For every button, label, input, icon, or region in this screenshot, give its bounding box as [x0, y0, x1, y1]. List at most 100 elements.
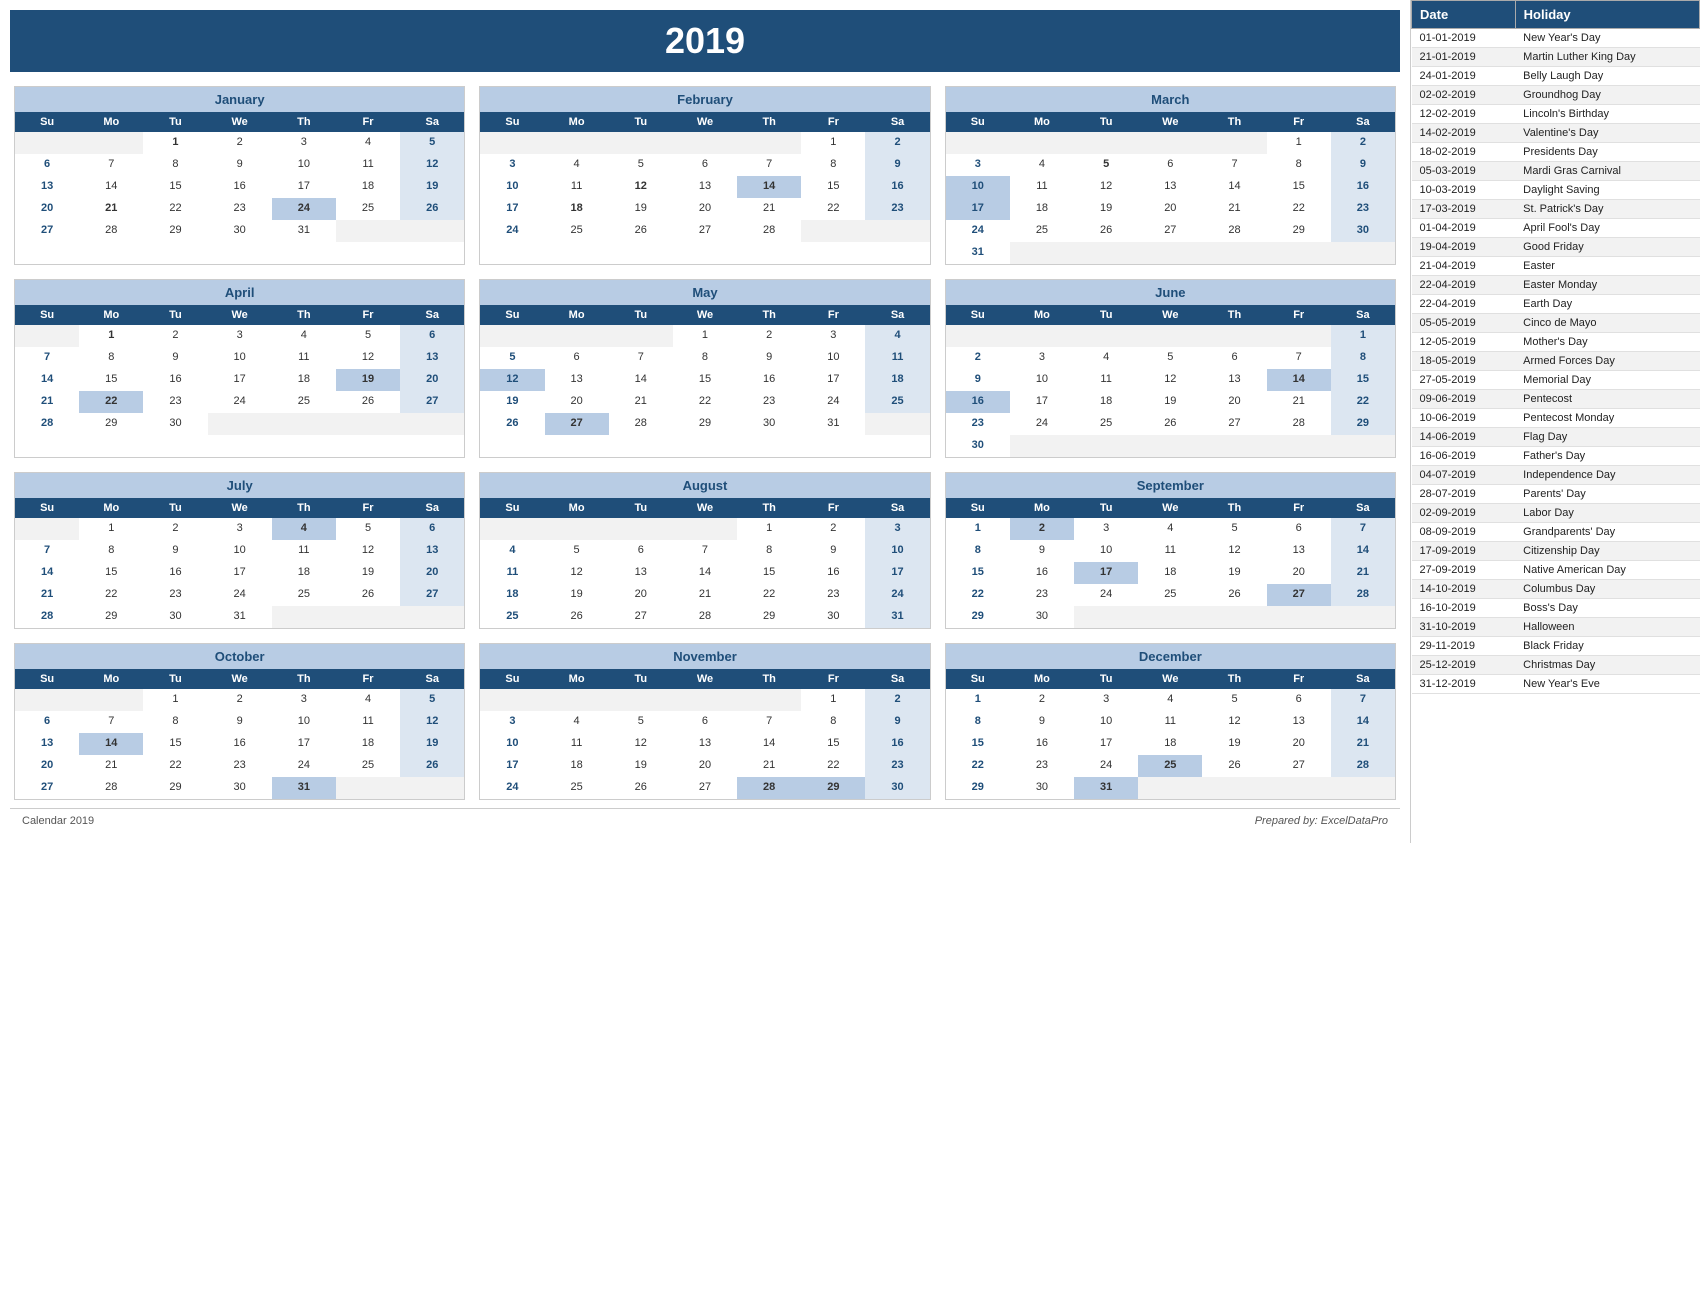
- day-cell: 17: [1074, 562, 1138, 584]
- months-grid: JanuarySuMoTuWeThFrSa1234567891011121314…: [10, 86, 1400, 800]
- day-cell: 25: [272, 584, 336, 606]
- day-cell: 26: [480, 413, 544, 435]
- day-cell: 27: [673, 220, 737, 242]
- day-cell: [1138, 242, 1202, 264]
- day-cell: 30: [1010, 606, 1074, 628]
- day-header-tu: Tu: [609, 498, 673, 518]
- day-cell: 3: [865, 518, 929, 540]
- holiday-name: Black Friday: [1515, 637, 1699, 656]
- day-header-fr: Fr: [1267, 112, 1331, 132]
- holiday-name: Flag Day: [1515, 428, 1699, 447]
- day-cell: 27: [400, 584, 464, 606]
- day-cell: [545, 518, 609, 540]
- day-cell: [480, 325, 544, 347]
- holiday-date: 10-03-2019: [1412, 181, 1516, 200]
- day-cell: 2: [208, 132, 272, 154]
- day-cell: 3: [1010, 347, 1074, 369]
- holiday-row: 31-12-2019New Year's Eve: [1412, 675, 1700, 694]
- footer-right: Prepared by: ExcelDataPro: [1255, 815, 1388, 827]
- holiday-date: 27-05-2019: [1412, 371, 1516, 390]
- day-cell: 24: [272, 198, 336, 220]
- day-cell: 12: [1138, 369, 1202, 391]
- day-header-th: Th: [272, 305, 336, 325]
- day-cell: 26: [336, 584, 400, 606]
- day-cell: 21: [673, 584, 737, 606]
- day-header-sa: Sa: [1331, 498, 1395, 518]
- day-cell: 21: [609, 391, 673, 413]
- month-title-january: January: [15, 87, 464, 112]
- day-cell: 2: [865, 132, 929, 154]
- month-block-october: OctoberSuMoTuWeThFrSa1234567891011121314…: [14, 643, 465, 800]
- day-cell: 14: [1331, 540, 1395, 562]
- day-cell: 3: [801, 325, 865, 347]
- day-cell: 15: [737, 562, 801, 584]
- holiday-row: 25-12-2019Christmas Day: [1412, 656, 1700, 675]
- day-cell: 24: [865, 584, 929, 606]
- holiday-date: 22-04-2019: [1412, 295, 1516, 314]
- day-cell: 4: [480, 540, 544, 562]
- day-header-sa: Sa: [400, 305, 464, 325]
- holiday-name: Pentecost: [1515, 390, 1699, 409]
- day-cell: 8: [946, 711, 1010, 733]
- month-title-august: August: [480, 473, 929, 498]
- day-cell: 23: [208, 198, 272, 220]
- day-cell: 9: [143, 347, 207, 369]
- month-block-june: JuneSuMoTuWeThFrSa1234567891011121314151…: [945, 279, 1396, 458]
- day-cell: 5: [1074, 154, 1138, 176]
- day-cell: 5: [1138, 347, 1202, 369]
- day-cell: [336, 413, 400, 435]
- day-cell: 16: [143, 562, 207, 584]
- day-cell: 4: [1074, 347, 1138, 369]
- holiday-row: 21-01-2019Martin Luther King Day: [1412, 48, 1700, 67]
- day-cell: 1: [143, 689, 207, 711]
- day-cell: 9: [208, 711, 272, 733]
- holiday-name: Daylight Saving: [1515, 181, 1699, 200]
- day-cell: 9: [1010, 540, 1074, 562]
- day-cell: [1010, 325, 1074, 347]
- day-cell: [1138, 435, 1202, 457]
- month-block-september: SeptemberSuMoTuWeThFrSa12345678910111213…: [945, 472, 1396, 629]
- day-cell: 20: [1138, 198, 1202, 220]
- day-cell: 23: [946, 413, 1010, 435]
- day-cell: 10: [1074, 540, 1138, 562]
- day-cell: [1267, 606, 1331, 628]
- day-header-th: Th: [272, 669, 336, 689]
- day-cell: 14: [673, 562, 737, 584]
- holiday-row: 14-06-2019Flag Day: [1412, 428, 1700, 447]
- day-cell: 17: [480, 755, 544, 777]
- day-cell: 3: [272, 689, 336, 711]
- day-cell: 16: [865, 733, 929, 755]
- day-cell: [336, 606, 400, 628]
- holiday-row: 14-02-2019Valentine's Day: [1412, 124, 1700, 143]
- day-cell: 22: [737, 584, 801, 606]
- day-cell: 4: [865, 325, 929, 347]
- day-cell: 8: [673, 347, 737, 369]
- day-cell: 15: [801, 176, 865, 198]
- day-cell: 19: [480, 391, 544, 413]
- day-cell: 21: [79, 755, 143, 777]
- day-header-we: We: [1138, 669, 1202, 689]
- day-cell: [480, 132, 544, 154]
- day-cell: [1202, 325, 1266, 347]
- holiday-row: 18-05-2019Armed Forces Day: [1412, 352, 1700, 371]
- day-cell: [1331, 242, 1395, 264]
- day-header-we: We: [673, 305, 737, 325]
- day-cell: 29: [143, 777, 207, 799]
- day-cell: [545, 325, 609, 347]
- day-cell: [15, 518, 79, 540]
- day-header-su: Su: [480, 305, 544, 325]
- day-cell: 28: [1331, 584, 1395, 606]
- day-cell: 18: [545, 755, 609, 777]
- day-cell: 24: [480, 220, 544, 242]
- day-cell: 6: [1202, 347, 1266, 369]
- holiday-row: 12-05-2019Mother's Day: [1412, 333, 1700, 352]
- day-cell: 14: [1202, 176, 1266, 198]
- month-block-february: FebruarySuMoTuWeThFrSa123456789101112131…: [479, 86, 930, 265]
- day-cell: 30: [737, 413, 801, 435]
- day-cell: 25: [865, 391, 929, 413]
- day-cell: 7: [737, 154, 801, 176]
- day-header-sa: Sa: [400, 498, 464, 518]
- holiday-date: 14-02-2019: [1412, 124, 1516, 143]
- day-cell: 26: [1138, 413, 1202, 435]
- day-cell: 9: [1331, 154, 1395, 176]
